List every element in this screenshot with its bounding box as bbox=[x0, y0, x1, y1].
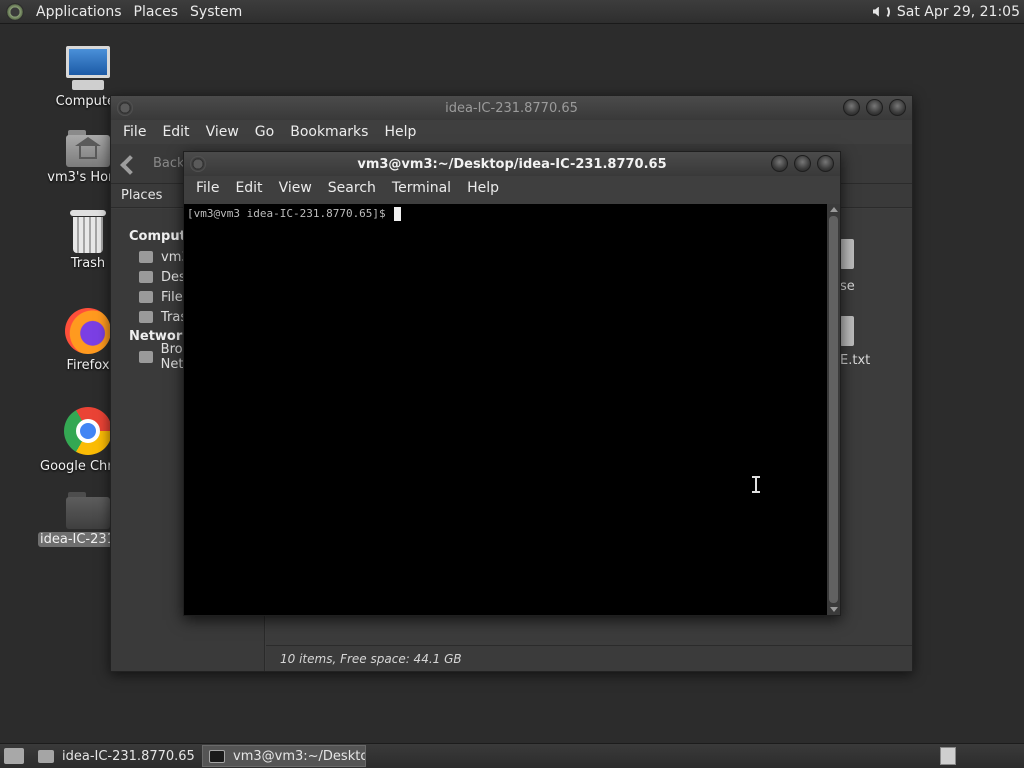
menu-view[interactable]: View bbox=[271, 180, 320, 196]
network-icon bbox=[139, 351, 153, 363]
back-arrow-icon[interactable] bbox=[121, 155, 143, 173]
window-title: idea-IC-231.8770.65 bbox=[445, 100, 578, 116]
applications-menu[interactable]: Applications bbox=[30, 4, 128, 20]
terminal-titlebar[interactable]: vm3@vm3:~/Desktop/idea-IC-231.8770.65 bbox=[184, 152, 840, 176]
taskbar-item-terminal[interactable]: vm3@vm3:~/Deskto... bbox=[202, 745, 366, 767]
menu-file[interactable]: File bbox=[188, 180, 227, 196]
file-icon[interactable] bbox=[840, 239, 854, 269]
drive-icon bbox=[139, 291, 153, 303]
top-panel: Applications Places System Sat Apr 29, 2… bbox=[0, 0, 1024, 24]
close-button[interactable] bbox=[817, 155, 834, 172]
maximize-button[interactable] bbox=[866, 99, 883, 116]
desktop-icon bbox=[139, 271, 153, 283]
home-icon bbox=[139, 251, 153, 263]
minimize-button[interactable] bbox=[771, 155, 788, 172]
menu-edit[interactable]: Edit bbox=[154, 124, 197, 140]
workspace-switcher[interactable] bbox=[940, 747, 956, 765]
text-file-icon[interactable] bbox=[840, 316, 854, 346]
system-menu[interactable]: System bbox=[184, 4, 248, 20]
menu-help[interactable]: Help bbox=[376, 124, 424, 140]
bottom-panel: idea-IC-231.8770.65 vm3@vm3:~/Deskto... bbox=[0, 743, 1024, 768]
terminal-screen[interactable]: [vm3@vm3 idea-IC-231.8770.65]$ bbox=[184, 204, 827, 615]
scrollbar-thumb[interactable] bbox=[829, 216, 838, 603]
taskbar-item-label: vm3@vm3:~/Deskto... bbox=[233, 748, 366, 764]
computer-icon bbox=[64, 46, 112, 92]
file-label[interactable]: E.txt bbox=[840, 353, 870, 368]
menu-help[interactable]: Help bbox=[459, 180, 507, 196]
status-text: 10 items, Free space: 44.1 GB bbox=[280, 651, 462, 666]
desktop-icon-label: Trash bbox=[70, 256, 106, 271]
back-button[interactable]: Back bbox=[153, 156, 185, 171]
firefox-icon bbox=[65, 308, 111, 354]
home-folder-icon bbox=[66, 128, 110, 168]
file-label[interactable]: se bbox=[840, 279, 855, 294]
window-title: vm3@vm3:~/Desktop/idea-IC-231.8770.65 bbox=[357, 156, 667, 172]
distro-logo-icon[interactable] bbox=[6, 2, 24, 21]
menu-go[interactable]: Go bbox=[247, 124, 282, 140]
terminal-menubar: File Edit View Search Terminal Help bbox=[184, 176, 840, 200]
scroll-up-icon[interactable] bbox=[830, 207, 838, 212]
taskbar-item-file-manager[interactable]: idea-IC-231.8770.65 bbox=[32, 745, 196, 767]
places-dropdown[interactable]: Places bbox=[121, 188, 162, 203]
terminal-scrollbar[interactable] bbox=[827, 204, 840, 615]
shell-prompt: [vm3@vm3 idea-IC-231.8770.65]$ bbox=[187, 207, 393, 220]
status-bar: 10 items, Free space: 44.1 GB bbox=[266, 645, 912, 671]
menu-file[interactable]: File bbox=[115, 124, 154, 140]
menu-bookmarks[interactable]: Bookmarks bbox=[282, 124, 376, 140]
menu-search[interactable]: Search bbox=[320, 180, 384, 196]
trash-icon bbox=[139, 311, 153, 323]
close-button[interactable] bbox=[889, 99, 906, 116]
scroll-down-icon[interactable] bbox=[830, 607, 838, 612]
maximize-button[interactable] bbox=[794, 155, 811, 172]
menu-view[interactable]: View bbox=[198, 124, 247, 140]
folder-icon bbox=[66, 490, 110, 530]
chrome-icon bbox=[64, 407, 112, 455]
menu-edit[interactable]: Edit bbox=[227, 180, 270, 196]
clock[interactable]: Sat Apr 29, 21:05 bbox=[897, 4, 1024, 20]
minimize-button[interactable] bbox=[843, 99, 860, 116]
folder-icon bbox=[38, 749, 54, 763]
terminal-window: vm3@vm3:~/Desktop/idea-IC-231.8770.65 Fi… bbox=[183, 151, 841, 616]
desktop-icon-label: Firefox bbox=[66, 358, 110, 373]
terminal-icon bbox=[209, 749, 225, 763]
show-desktop-button[interactable] bbox=[4, 748, 24, 764]
window-menu-icon[interactable] bbox=[117, 100, 133, 116]
places-menu[interactable]: Places bbox=[128, 4, 185, 20]
volume-icon[interactable] bbox=[869, 2, 891, 22]
file-manager-titlebar[interactable]: idea-IC-231.8770.65 bbox=[111, 96, 912, 120]
menu-terminal[interactable]: Terminal bbox=[384, 180, 459, 196]
file-manager-menubar: File Edit View Go Bookmarks Help bbox=[111, 120, 912, 144]
ibeam-cursor-icon bbox=[752, 476, 760, 493]
trash-icon bbox=[70, 210, 106, 254]
window-menu-icon[interactable] bbox=[190, 156, 206, 172]
taskbar-item-label: idea-IC-231.8770.65 bbox=[62, 748, 195, 764]
text-cursor bbox=[394, 206, 402, 221]
